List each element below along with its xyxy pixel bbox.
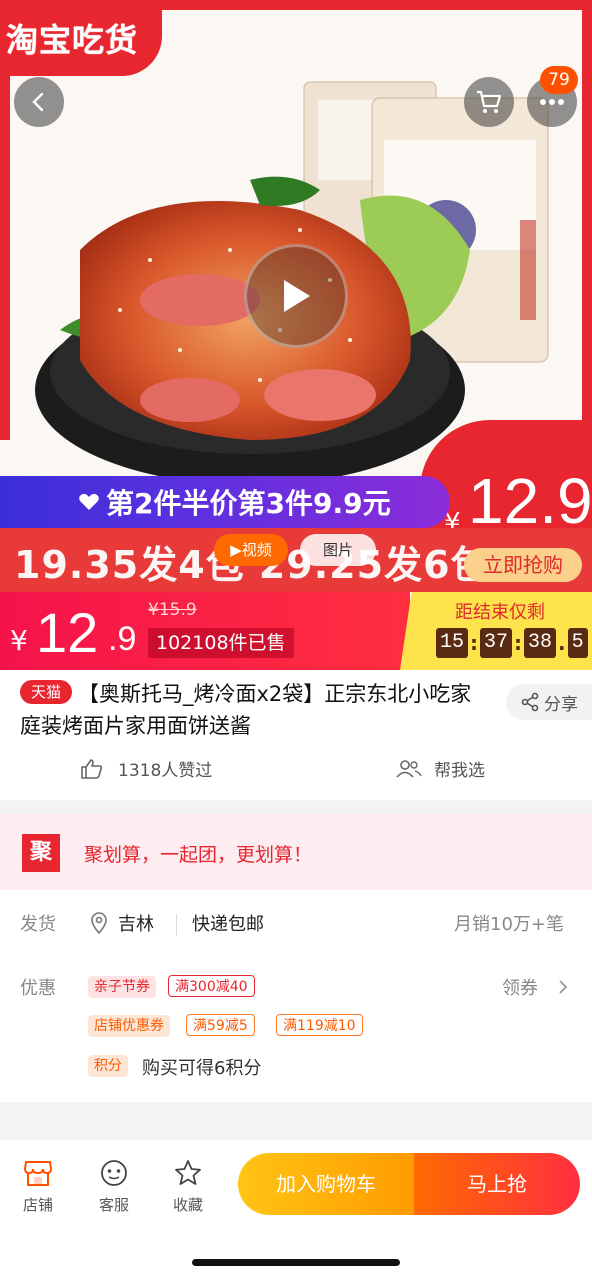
brand-tag: 淘宝吃货	[0, 0, 162, 76]
service-tab-label: 客服	[98, 1196, 129, 1214]
juhuasuan-logo: 聚	[22, 834, 60, 872]
store-icon	[23, 1161, 53, 1186]
segment-video-tab[interactable]: ▶视频	[214, 534, 288, 566]
points-tag: 积分	[88, 1055, 128, 1077]
star-icon	[175, 1160, 201, 1185]
shop-coupon-2[interactable]: 满119减10	[276, 1014, 363, 1036]
shop-coupon-1[interactable]: 满59减5	[186, 1014, 255, 1036]
tmall-tag: 天猫	[20, 680, 72, 704]
coupons-label: 优惠	[20, 978, 56, 999]
share-icon	[521, 692, 539, 712]
shop-tab-label: 店铺	[22, 1196, 53, 1214]
juhuasuan-text: 聚划算，一起团，更划算！	[84, 844, 313, 866]
section-divider	[0, 800, 592, 814]
chat-bot-icon	[101, 1160, 127, 1186]
price-cents: .9	[108, 620, 137, 658]
get-coupon-button[interactable]: 领券	[502, 974, 570, 1000]
hero-buy-now-pill: 立即抢购	[464, 548, 582, 582]
monthly-sales: 月销10万+笔	[454, 914, 564, 935]
thumbs-up-icon	[81, 758, 103, 779]
price-currency: ¥	[10, 624, 28, 657]
get-coupon-label: 领券	[502, 978, 538, 999]
promo-line: 第2件半价第3件9.9元	[106, 487, 391, 520]
free-shipping: 快递包邮	[192, 914, 264, 935]
timer-separator: .	[558, 631, 566, 655]
people-icon	[396, 759, 422, 778]
help-choose-label: 帮我选	[434, 761, 485, 781]
timer-hours: 15	[436, 628, 469, 658]
divider	[176, 914, 177, 936]
back-button[interactable]	[14, 77, 64, 127]
more-dots-icon	[540, 99, 564, 105]
favorite-tab-label: 收藏	[172, 1196, 203, 1214]
points-text: 购买可得6积分	[142, 1058, 262, 1079]
likes-button[interactable]: 1318人赞过	[80, 756, 212, 781]
price-main: 12	[36, 601, 99, 664]
cart-count-badge: 79	[540, 66, 578, 94]
add-to-cart-button[interactable]: 加入购物车	[238, 1153, 414, 1215]
product-title: 【奥斯托马_烤冷面x2袋】正宗东北小吃家庭装烤面片家用面饼送酱	[20, 682, 472, 738]
timer-tenths: 5	[567, 628, 588, 658]
info-section: 发货 吉林 快递包邮 月销10万+笔 优惠 亲子节券 满300减40 领券 店铺…	[0, 890, 592, 1102]
shop-coupon-tag: 店铺优惠券	[88, 1015, 170, 1037]
brand-label: 淘宝吃货	[6, 21, 139, 59]
frame-border	[582, 0, 592, 440]
sold-count: 102108件已售	[148, 628, 294, 658]
share-button[interactable]: 分享	[506, 684, 592, 720]
promo-purple-strip: 第2件半价第3件9.9元	[0, 476, 450, 528]
share-label: 分享	[544, 694, 578, 715]
festival-coupon-tag: 亲子节券	[88, 976, 156, 998]
shop-tab[interactable]: 店铺	[8, 1156, 68, 1215]
favorite-tab[interactable]: 收藏	[158, 1156, 218, 1215]
shipping-location-text: 吉林	[118, 914, 154, 935]
product-gallery[interactable]: 淘宝吃货 79 ¥ 12.9 第2件半价第3件9.9元 19.35发4包 29.…	[0, 0, 592, 592]
service-tab[interactable]: 客服	[84, 1156, 144, 1215]
countdown-label: 距结束仅剩	[455, 602, 545, 623]
timer-separator: :	[514, 631, 523, 655]
timer-separator: :	[470, 631, 479, 655]
play-video-button[interactable]	[244, 244, 348, 348]
festival-coupon[interactable]: 满300减40	[168, 975, 255, 997]
likes-count: 1318人赞过	[118, 761, 213, 781]
help-choose-button[interactable]: 帮我选	[396, 756, 485, 781]
timer-minutes: 37	[480, 628, 513, 658]
cart-icon	[477, 90, 502, 113]
timer-seconds: 38	[524, 628, 557, 658]
shipping-location: 吉林	[90, 910, 154, 936]
buy-now-button[interactable]: 马上抢	[414, 1153, 580, 1215]
play-icon	[284, 280, 310, 312]
chevron-right-icon	[559, 980, 568, 994]
chevron-left-icon	[32, 92, 44, 112]
price-bar: ¥ 12 .9 ¥15.9 102108件已售 距结束仅剩 15 : 37 : …	[0, 592, 592, 670]
original-price: ¥15.9	[148, 600, 197, 620]
cart-button[interactable]	[464, 77, 514, 127]
location-pin-icon	[91, 912, 107, 934]
section-divider	[0, 1102, 592, 1142]
title-section: 【奥斯托马_烤冷面x2袋】正宗东北小吃家庭装烤面片家用面饼送酱 天猫 分享 13…	[0, 670, 592, 800]
price-panel: ¥ 12 .9 ¥15.9 102108件已售	[0, 592, 410, 670]
countdown-timer: 15 : 37 : 38 . 5	[436, 628, 588, 658]
heart-icon	[79, 493, 99, 510]
shipping-label: 发货	[20, 914, 56, 935]
home-indicator	[192, 1259, 400, 1266]
juhuasuan-banner[interactable]: 聚 聚划算，一起团，更划算！	[0, 814, 592, 890]
segment-photo-tab[interactable]: 图片	[300, 534, 376, 566]
